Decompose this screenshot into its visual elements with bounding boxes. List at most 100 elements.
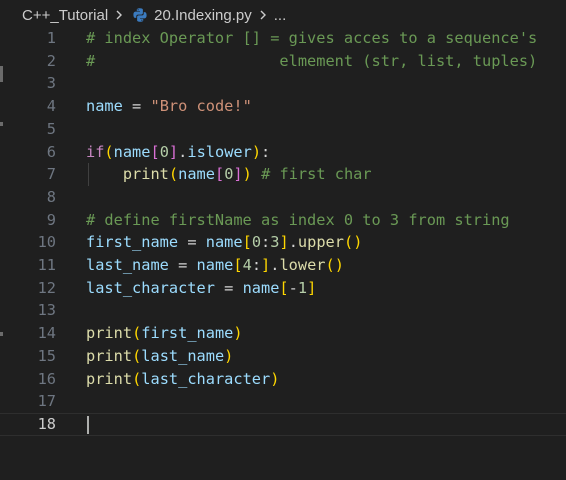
code-token: last_name	[86, 256, 169, 274]
code-text: print(name[0]) # first char	[86, 163, 372, 186]
code-token: # elmement (str, list, tuples)	[86, 51, 538, 70]
line-number: 13	[37, 301, 56, 320]
code-line[interactable]: 16 print(last_character)	[0, 368, 566, 391]
line-number: 5	[46, 119, 56, 138]
line-number: 1	[46, 29, 56, 47]
code-token: "Bro code!"	[150, 97, 252, 116]
code-text: first_name = name[0:3].upper()	[86, 231, 362, 254]
code-token: name	[196, 256, 234, 274]
code-line[interactable]: 9 # define firstName as index 0 to 3 from…	[0, 209, 566, 232]
code-token: .	[288, 233, 298, 252]
line-number: 16	[37, 369, 56, 388]
code-token: )	[242, 165, 252, 184]
code-line[interactable]: 6 if(name[0].islower):	[0, 141, 566, 164]
python-file-icon	[132, 7, 148, 23]
line-number: 17	[37, 392, 56, 411]
line-number: 9	[46, 210, 56, 229]
code-line[interactable]: 7 print(name[0]) # first char	[0, 163, 566, 187]
code-token: # first char	[261, 165, 372, 184]
code-token: ]	[233, 165, 243, 184]
code-token: =	[168, 256, 197, 274]
code-token: )	[224, 346, 234, 365]
code-token: [	[150, 142, 160, 161]
code-text: print(last_character)	[86, 368, 279, 391]
line-number: 15	[37, 346, 56, 365]
code-line[interactable]: 15 print(last_name)	[0, 345, 566, 368]
line-number: 4	[46, 97, 56, 116]
code-line[interactable]: 8	[0, 186, 566, 209]
code-token: 1	[297, 278, 308, 297]
code-token: )	[334, 256, 344, 274]
code-token: name	[86, 97, 123, 116]
code-text: # elmement (str, list, tuples)	[86, 50, 537, 73]
line-number: 3	[46, 74, 56, 93]
breadcrumb-more[interactable]: ...	[274, 7, 287, 24]
code-token: upper	[297, 233, 344, 252]
code-text: last_character = name[-1]	[86, 277, 316, 300]
code-token: islower	[187, 142, 252, 161]
code-token: [	[233, 256, 243, 274]
line-number: 14	[37, 324, 56, 343]
code-token: =	[178, 233, 206, 252]
code-line[interactable]: 17	[0, 390, 566, 413]
text-cursor	[87, 415, 89, 434]
code-token: .	[178, 142, 188, 161]
code-token: (	[132, 346, 142, 365]
code-line[interactable]: 5	[0, 118, 566, 141]
line-number: 18	[37, 414, 56, 433]
code-text: last_name = name[4:].lower()	[86, 254, 344, 277]
code-token: last_character	[86, 278, 215, 297]
code-token: :	[251, 256, 262, 274]
code-token: print	[86, 324, 133, 343]
code-token: [	[242, 233, 252, 252]
code-text: # define firstName as index 0 to 3 from …	[86, 209, 510, 232]
code-line[interactable]: 10 first_name = name[0:3].upper()	[0, 231, 566, 254]
line-number: 2	[46, 51, 56, 70]
chevron-right-icon	[256, 8, 270, 22]
code-token: if	[86, 142, 105, 161]
code-text: name = "Bro code!"	[86, 95, 252, 118]
line-number: 12	[37, 278, 56, 297]
code-token: name	[242, 278, 280, 297]
code-text: # index Operator [] = gives acces to a s…	[86, 27, 537, 50]
code-text: if(name[0].islower):	[86, 141, 270, 164]
code-token: :	[261, 142, 271, 161]
code-token: name	[113, 142, 151, 161]
code-line[interactable]: 4 name = "Bro code!"	[0, 95, 566, 118]
code-token: print	[122, 165, 169, 184]
line-number: 7	[46, 165, 56, 184]
code-line[interactable]: 11 last_name = name[4:].lower()	[0, 254, 566, 277]
code-editor[interactable]: 1 # index Operator [] = gives acces to a …	[0, 27, 566, 480]
code-line[interactable]: 18	[0, 413, 566, 436]
code-token: first_name	[141, 324, 234, 343]
line-number: 6	[46, 142, 56, 161]
code-token: )	[233, 324, 243, 343]
code-token: last_character	[141, 369, 271, 388]
code-token: # define firstName as index 0 to 3 from …	[86, 210, 510, 229]
code-line[interactable]: 3	[0, 72, 566, 95]
code-token: first_name	[86, 233, 179, 252]
line-number: 11	[37, 256, 56, 274]
breadcrumb-file[interactable]: 20.Indexing.py	[154, 7, 252, 24]
code-token: last_name	[141, 346, 225, 365]
code-token: =	[214, 278, 243, 297]
code-token: lower	[279, 256, 326, 274]
breadcrumb: C++_Tutorial 20.Indexing.py ...	[0, 0, 566, 30]
code-token: )	[270, 369, 280, 388]
code-line[interactable]: 12 last_character = name[-1]	[0, 277, 566, 300]
chevron-right-icon	[112, 8, 126, 22]
code-line[interactable]: 13	[0, 299, 566, 322]
code-line[interactable]: 1 # index Operator [] = gives acces to a …	[0, 27, 566, 50]
code-token: # index Operator [] = gives acces to a s…	[86, 29, 538, 47]
code-line[interactable]: 2 # elmement (str, list, tuples)	[0, 50, 566, 73]
code-token: name	[178, 165, 215, 184]
breadcrumb-folder[interactable]: C++_Tutorial	[22, 7, 108, 24]
code-text: print(first_name)	[86, 322, 243, 345]
code-line[interactable]: 14 print(first_name)	[0, 322, 566, 345]
code-token: )	[353, 233, 363, 252]
code-token: =	[122, 97, 151, 116]
line-number: 10	[37, 233, 56, 252]
code-token: [	[279, 278, 289, 297]
code-token: 0	[251, 233, 262, 252]
